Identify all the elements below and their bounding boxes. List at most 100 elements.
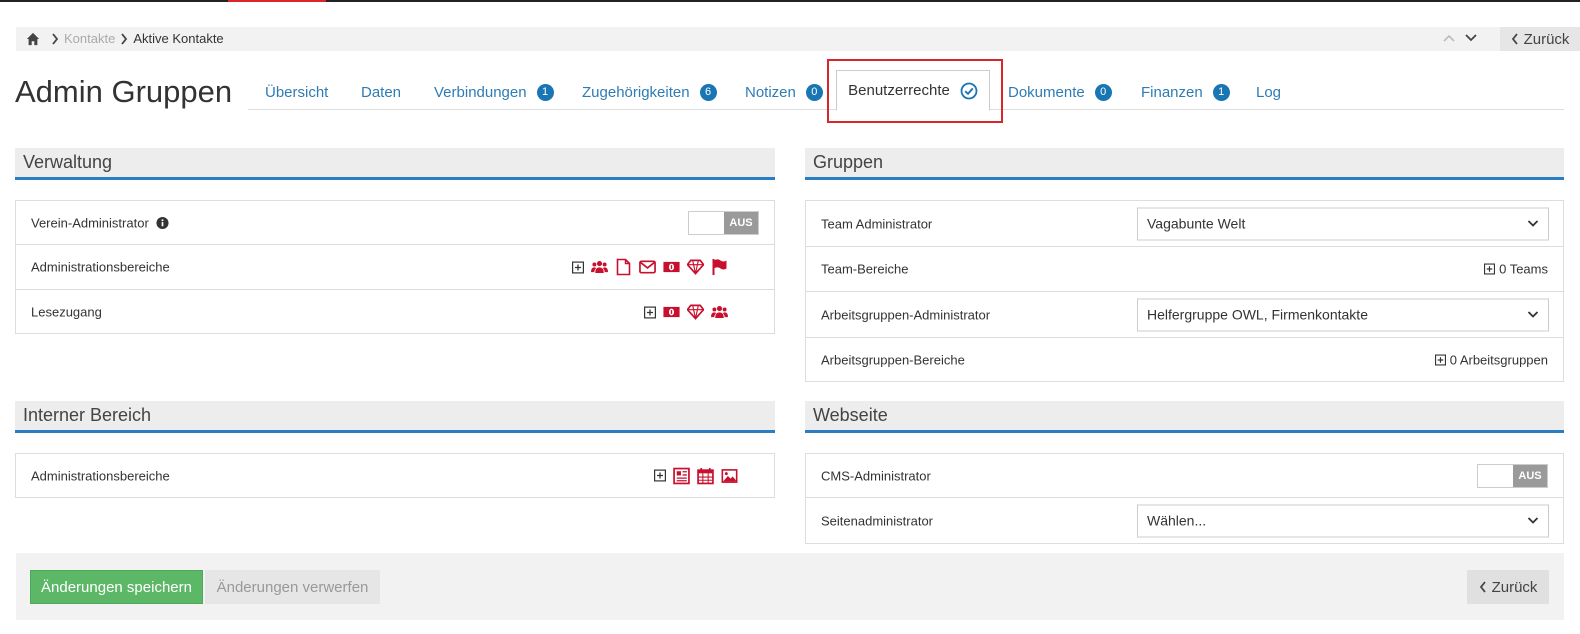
envelope-icon[interactable] [639, 259, 656, 276]
plus-square-icon [1484, 263, 1496, 275]
tab-log[interactable]: Log [1256, 80, 1281, 104]
plus-square-icon [1434, 354, 1446, 366]
row-team-administrator: Team Administrator Vagabunte Welt [806, 201, 1563, 247]
row-seitenadministrator: Seitenadministrator Wählen... [806, 498, 1563, 543]
intern-panel: Administrationsbereiche [15, 453, 775, 498]
workgroup-administrator-select[interactable]: Helfergruppe OWL, Firmenkontakte [1137, 298, 1549, 331]
row-label-text: Verein-Administrator [31, 215, 149, 230]
plus-square-icon[interactable] [654, 469, 666, 482]
row-arbeitsgruppen-bereiche: Arbeitsgruppen-Bereiche 0 Arbeitsgruppen [806, 338, 1563, 382]
row-label: Arbeitsgruppen-Administrator [821, 307, 991, 322]
read-access-icons [644, 304, 728, 321]
toggle-state: AUS [1513, 464, 1547, 487]
breadcrumb-current: Aktive Kontakte [133, 31, 224, 46]
money-icon[interactable] [663, 259, 680, 276]
chevron-left-icon [1479, 581, 1486, 593]
diamond-icon[interactable] [687, 259, 704, 276]
row-label: Team Administrator [821, 216, 933, 231]
tab-label: Log [1256, 83, 1282, 101]
section-gruppen-title: Gruppen [805, 148, 1564, 180]
count-badge: 1 [1212, 83, 1230, 101]
tab-notizen[interactable]: Notizen 0 [745, 80, 823, 104]
file-icon[interactable] [615, 258, 632, 276]
tab-zugehoerigkeiten[interactable]: Zugehörigkeiten 6 [582, 80, 717, 104]
count-badge: 0 [805, 83, 823, 101]
count-badge: 0 [1094, 83, 1112, 101]
row-label: Seitenadministrator [821, 513, 933, 528]
cms-admin-toggle[interactable]: AUS [1477, 463, 1548, 488]
diamond-icon[interactable] [687, 304, 704, 321]
breadcrumb-bar: Kontakte Aktive Kontakte Zurück [16, 27, 1580, 51]
tab-label: Verbindungen [434, 83, 527, 101]
intern-area-icons [654, 467, 738, 484]
row-label: Team-Bereiche [821, 261, 909, 277]
chevron-left-icon [1511, 33, 1518, 45]
admin-area-icons [572, 258, 728, 276]
chevron-right-icon [52, 32, 59, 45]
image-icon[interactable] [721, 467, 738, 484]
chevron-up-icon[interactable] [1442, 31, 1456, 45]
chevron-down-icon [1527, 311, 1539, 318]
tab-label: Daten [361, 83, 402, 101]
money-icon[interactable] [663, 304, 680, 321]
team-count[interactable]: 0 Teams [1484, 262, 1548, 277]
tab-uebersicht[interactable]: Übersicht [265, 80, 328, 104]
tab-dokumente[interactable]: Dokumente 0 [1008, 80, 1112, 104]
verwaltung-panel: Verein-Administrator AUS Administrations… [15, 200, 775, 334]
chevron-down-icon [1527, 517, 1539, 524]
row-label: Administrationsbereiche [31, 259, 170, 275]
back-label: Zurück [1491, 578, 1538, 596]
count-badge: 1 [536, 83, 554, 101]
webseite-panel: CMS-Administrator AUS Seitenadministrato… [805, 453, 1564, 544]
top-line-accent [228, 0, 326, 2]
highlight-box [827, 59, 1003, 123]
row-intern-administrationsbereiche: Administrationsbereiche [16, 454, 774, 497]
discard-button[interactable]: Änderungen verwerfen [205, 570, 380, 604]
back-button-bottom[interactable]: Zurück [1467, 570, 1549, 604]
count-text: 0 Arbeitsgruppen [1449, 352, 1548, 368]
page-title: Admin Gruppen [15, 74, 233, 109]
toggle-state: AUS [724, 211, 758, 234]
users-icon[interactable] [711, 304, 728, 321]
row-label: Verein-Administrator [31, 215, 169, 230]
section-webseite-title: Webseite [805, 401, 1564, 433]
row-arbeitsgruppen-administrator: Arbeitsgruppen-Administrator Helfergrupp… [806, 292, 1563, 338]
tab-label: Notizen [745, 83, 796, 101]
chevron-down-icon[interactable] [1464, 31, 1478, 45]
tab-label: Dokumente [1008, 83, 1085, 101]
tab-daten[interactable]: Daten [361, 80, 401, 104]
home-icon[interactable] [26, 32, 40, 46]
flag-icon[interactable] [711, 259, 728, 276]
record-navigation [1442, 31, 1478, 45]
verein-admin-toggle[interactable]: AUS [688, 210, 759, 235]
page-administrator-select[interactable]: Wählen... [1137, 504, 1549, 537]
save-button[interactable]: Änderungen speichern [30, 570, 203, 604]
row-label: Arbeitsgruppen-Bereiche [821, 352, 965, 368]
workgroup-count[interactable]: 0 Arbeitsgruppen [1434, 352, 1548, 368]
chevron-down-icon [1527, 220, 1539, 227]
newspaper-icon[interactable] [673, 467, 690, 484]
breadcrumb: Kontakte Aktive Kontakte [26, 31, 224, 46]
tab-label: Übersicht [265, 83, 329, 101]
plus-square-icon[interactable] [572, 261, 584, 273]
row-team-bereiche: Team-Bereiche 0 Teams [806, 247, 1563, 292]
count-badge: 6 [699, 83, 717, 101]
select-value: Helfergruppe OWL, Firmenkontakte [1147, 306, 1368, 323]
tab-finanzen[interactable]: Finanzen 1 [1141, 80, 1230, 104]
team-administrator-select[interactable]: Vagabunte Welt [1137, 207, 1549, 240]
info-icon[interactable] [156, 216, 169, 229]
tab-label: Zugehörigkeiten [582, 83, 690, 101]
back-button-top[interactable]: Zurück [1500, 27, 1580, 51]
select-value: Vagabunte Welt [1147, 215, 1246, 232]
section-intern-title: Interner Bereich [15, 401, 775, 433]
tab-label: Finanzen [1141, 83, 1203, 101]
users-icon[interactable] [591, 259, 608, 276]
breadcrumb-kontakte[interactable]: Kontakte [64, 31, 115, 46]
calendar-icon[interactable] [697, 467, 714, 484]
section-verwaltung-title: Verwaltung [15, 148, 775, 180]
plus-square-icon[interactable] [644, 306, 656, 318]
row-administrationsbereiche: Administrationsbereiche [16, 245, 774, 290]
gruppen-panel: Team Administrator Vagabunte Welt Team-B… [805, 200, 1564, 382]
row-label: Lesezugang [31, 304, 102, 320]
tab-verbindungen[interactable]: Verbindungen 1 [434, 80, 554, 104]
